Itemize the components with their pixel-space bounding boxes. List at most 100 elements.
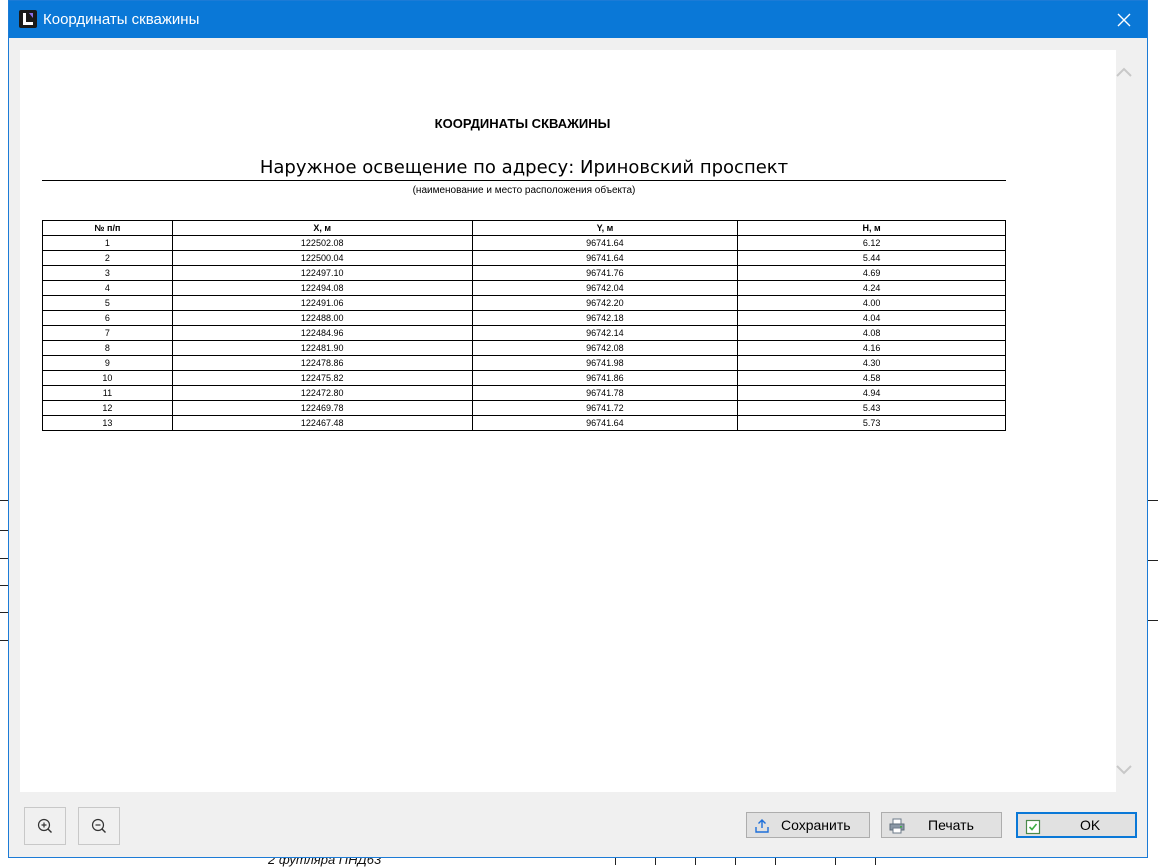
background-line (0, 530, 8, 531)
report-preview[interactable]: КООРДИНАТЫ СКВАЖИНЫ Наружное освещение п… (20, 50, 1116, 792)
coordinates-table: № п/п X, м Y, м H, м 1 122502.08 96741.64 6… (42, 220, 1006, 431)
cell-x: 122472.80 (171, 385, 473, 401)
cell-y: 96742.04 (471, 280, 739, 296)
save-button[interactable]: Сохранить (746, 812, 870, 838)
background-line (0, 640, 8, 641)
table-body: 1 122502.08 96741.64 6.12 2 122500.04 96741.64… (42, 235, 1006, 431)
cell-y: 96742.08 (471, 340, 739, 356)
cell-number: 8 (42, 340, 173, 356)
cell-number: 3 (42, 265, 173, 281)
cell-h: 4.94 (737, 385, 1006, 401)
table-row: 2 122500.04 96741.64 5.44 (42, 250, 1006, 266)
background-line (1148, 620, 1158, 621)
background-line (835, 858, 836, 865)
cell-h: 4.08 (737, 325, 1006, 341)
cell-y: 96741.98 (471, 355, 739, 371)
background-line (615, 858, 616, 865)
cell-x: 122494.08 (171, 280, 473, 296)
table-row: 9 122478.86 96741.98 4.30 (42, 355, 1006, 371)
cell-x: 122488.00 (171, 310, 473, 326)
scroll-down-button[interactable] (1113, 759, 1135, 781)
table-row: 1 122502.08 96741.64 6.12 (42, 235, 1006, 251)
zoom-in-button[interactable] (24, 807, 66, 845)
cell-x: 122475.82 (171, 370, 473, 386)
table-row: 7 122484.96 96742.14 4.08 (42, 325, 1006, 341)
scroll-up-button[interactable] (1113, 61, 1135, 83)
background-line (695, 858, 696, 865)
cell-number: 12 (42, 400, 173, 416)
column-header-x: X, м (171, 220, 473, 236)
cell-h: 4.00 (737, 295, 1006, 311)
object-name-caption: (наименование и место расположения объек… (412, 185, 636, 196)
chevron-up-icon (1116, 67, 1132, 77)
cell-y: 96741.78 (471, 385, 739, 401)
background-line (0, 612, 8, 613)
print-button[interactable]: Печать (881, 812, 1002, 838)
cell-number: 4 (42, 280, 173, 296)
table-row: 3 122497.10 96741.76 4.69 (42, 265, 1006, 281)
cell-y: 96741.64 (471, 250, 739, 266)
cell-h: 4.04 (737, 310, 1006, 326)
zoom-in-icon (37, 818, 52, 833)
cell-h: 4.30 (737, 355, 1006, 371)
background-line (775, 858, 776, 865)
cell-number: 1 (42, 235, 173, 251)
dialog-window: Координаты скважины КООРДИНАТЫ СКВАЖИНЫ … (8, 0, 1148, 858)
cell-x: 122500.04 (171, 250, 473, 266)
printer-icon (889, 818, 905, 834)
table-row: 4 122494.08 96742.04 4.24 (42, 280, 1006, 296)
window-title: Координаты скважины (43, 11, 200, 28)
object-name: Наружное освещение по адресу: Ириновский… (259, 157, 789, 178)
cell-h: 6.12 (737, 235, 1006, 251)
save-button-label: Сохранить (781, 817, 851, 833)
table-row: 6 122488.00 96742.18 4.04 (42, 310, 1006, 326)
close-button[interactable] (1101, 1, 1147, 38)
background-line (0, 585, 8, 586)
cell-number: 13 (42, 415, 173, 431)
cell-number: 11 (42, 385, 173, 401)
background-line (0, 500, 8, 501)
chevron-down-icon (1116, 765, 1132, 775)
table-row: 11 122472.80 96741.78 4.94 (42, 385, 1006, 401)
checkbox-check-icon (1025, 819, 1041, 835)
background-line (1148, 500, 1158, 501)
cell-h: 5.43 (737, 400, 1006, 416)
column-header-number: № п/п (42, 220, 173, 236)
cell-y: 96741.64 (471, 415, 739, 431)
zoom-out-button[interactable] (78, 807, 120, 845)
ok-button-label: OK (1080, 817, 1101, 833)
table-row: 8 122481.90 96742.08 4.16 (42, 340, 1006, 356)
cell-y: 96741.72 (471, 400, 739, 416)
cell-number: 9 (42, 355, 173, 371)
zoom-out-icon (91, 818, 106, 833)
table-row: 12 122469.78 96741.72 5.43 (42, 400, 1006, 416)
cell-x: 122478.86 (171, 355, 473, 371)
report-heading: КООРДИНАТЫ СКВАЖИНЫ (434, 116, 611, 131)
ok-button[interactable]: OK (1016, 812, 1137, 838)
cell-number: 6 (42, 310, 173, 326)
title-bar[interactable]: Координаты скважины (9, 1, 1147, 38)
cell-y: 96742.20 (471, 295, 739, 311)
table-row: 10 122475.82 96741.86 4.58 (42, 370, 1006, 386)
cell-y: 96741.86 (471, 370, 739, 386)
cell-x: 122502.08 (171, 235, 473, 251)
object-name-underline (42, 180, 1006, 181)
column-header-y: Y, м (471, 220, 739, 236)
cell-x: 122484.96 (171, 325, 473, 341)
cell-x: 122497.10 (171, 265, 473, 281)
background-line (0, 558, 8, 559)
background-line (1148, 560, 1158, 561)
app-logo-icon (19, 10, 37, 28)
table-header-row: № п/п X, м Y, м H, м (42, 220, 1006, 236)
column-header-h: H, м (737, 220, 1006, 236)
close-icon (1117, 13, 1131, 26)
cell-h: 4.24 (737, 280, 1006, 296)
cell-y: 96741.76 (471, 265, 739, 281)
cell-number: 7 (42, 325, 173, 341)
cell-x: 122469.78 (171, 400, 473, 416)
cell-x: 122481.90 (171, 340, 473, 356)
cell-number: 2 (42, 250, 173, 266)
table-row: 13 122467.48 96741.64 5.73 (42, 415, 1006, 431)
cell-y: 96741.64 (471, 235, 739, 251)
cell-number: 5 (42, 295, 173, 311)
